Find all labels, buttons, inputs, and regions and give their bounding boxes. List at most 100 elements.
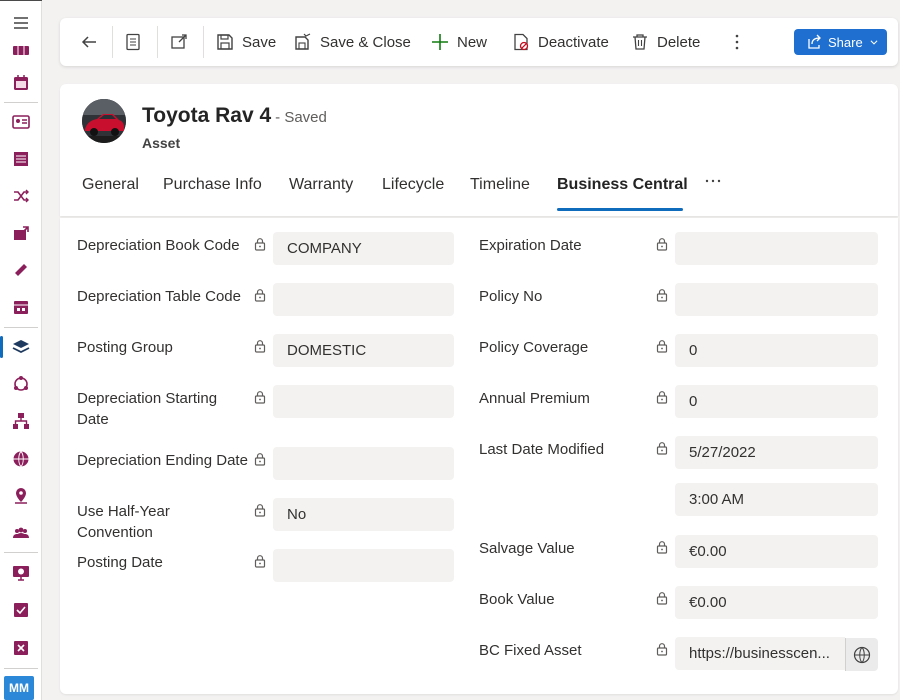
depreciation-book-code-field[interactable]: COMPANY — [273, 232, 454, 265]
cycle-icon[interactable] — [0, 368, 42, 400]
sidebar-separator — [4, 668, 38, 669]
share-export-icon[interactable] — [0, 217, 42, 249]
toolbar-separator — [157, 26, 158, 58]
tab-business-central[interactable]: Business Central — [557, 176, 688, 194]
save-button[interactable]: Save — [216, 18, 276, 66]
lock-icon — [254, 554, 266, 568]
monitor-money-icon[interactable] — [0, 557, 42, 589]
new-label: New — [457, 33, 488, 51]
lock-icon — [656, 591, 668, 605]
pop-out-icon — [171, 34, 187, 49]
policy-no-field[interactable] — [675, 283, 878, 316]
close-box-icon[interactable] — [0, 632, 42, 664]
book-value-field[interactable]: €0.00 — [675, 586, 878, 619]
calendar-icon[interactable] — [0, 67, 42, 99]
location-pin-icon[interactable] — [0, 480, 42, 512]
sidebar-top-border — [0, 0, 42, 1]
lock-icon — [254, 339, 266, 353]
bc-fixed-asset-field[interactable]: https://businesscen... — [675, 637, 845, 670]
depreciation-table-code-label: Depreciation Table Code — [77, 288, 241, 305]
lock-icon — [254, 288, 266, 302]
task-check-icon[interactable] — [0, 594, 42, 626]
people-icon[interactable] — [0, 517, 42, 549]
delete-button[interactable]: Delete — [631, 18, 700, 66]
active-tab-indicator — [557, 208, 683, 211]
lock-icon — [656, 339, 668, 353]
share-icon — [808, 34, 821, 49]
form-view-button[interactable] — [124, 18, 150, 66]
tab-warranty[interactable]: Warranty — [289, 176, 353, 194]
record-title-text: Toyota Rav 4 — [142, 104, 272, 127]
tab-timeline[interactable]: Timeline — [470, 176, 530, 194]
list-icon[interactable] — [0, 143, 42, 175]
depreciation-starting-date-field[interactable] — [273, 385, 454, 418]
user-avatar[interactable]: MM — [4, 676, 34, 700]
lock-icon — [656, 642, 668, 656]
command-bar: Save Save & Close New Deactivate Delete … — [60, 18, 898, 66]
dashboard-icon[interactable] — [0, 34, 42, 66]
shuffle-icon[interactable] — [0, 180, 42, 212]
tab-general[interactable]: General — [82, 176, 139, 194]
lock-icon — [656, 441, 668, 455]
last-date-modified-field[interactable]: 5/27/2022 — [675, 436, 878, 469]
record-header: Toyota Rav 4- Saved Asset General Purcha… — [60, 84, 898, 216]
toolbar-separator — [112, 26, 113, 58]
salvage-value-field[interactable]: €0.00 — [675, 535, 878, 568]
lock-icon — [254, 237, 266, 251]
posting-date-field[interactable] — [273, 549, 454, 582]
more-tabs-button[interactable] — [704, 172, 722, 195]
lock-icon — [656, 237, 668, 251]
book-value-label: Book Value — [479, 591, 555, 608]
annual-premium-label: Annual Premium — [479, 390, 590, 407]
policy-coverage-field[interactable]: 0 — [675, 334, 878, 367]
trash-icon — [633, 34, 647, 50]
sidebar-separator — [4, 327, 38, 328]
deactivate-label: Deactivate — [538, 33, 609, 51]
sidebar-separator — [4, 102, 38, 103]
record-image[interactable] — [82, 99, 126, 143]
lock-icon — [254, 503, 266, 517]
depreciation-ending-date-field[interactable] — [273, 447, 454, 480]
open-url-button[interactable] — [845, 638, 878, 671]
record-title: Toyota Rav 4- Saved — [142, 104, 327, 128]
hierarchy-icon[interactable] — [0, 405, 42, 437]
depreciation-table-code-field[interactable] — [273, 283, 454, 316]
car-photo-icon — [82, 99, 126, 143]
deactivate-button[interactable]: Deactivate — [512, 18, 609, 66]
share-label: Share — [828, 34, 863, 50]
use-half-year-convention-label: Use Half-Year Convention — [77, 503, 170, 541]
save-label: Save — [242, 33, 277, 51]
more-commands-button[interactable] — [728, 18, 754, 66]
back-button[interactable] — [80, 18, 106, 66]
policy-no-label: Policy No — [479, 288, 543, 305]
save-icon — [217, 34, 233, 50]
expiration-date-field[interactable] — [675, 232, 878, 265]
lock-icon — [656, 288, 668, 302]
last-date-modified-time-field[interactable]: 3:00 AM — [675, 483, 878, 516]
open-new-window-button[interactable] — [170, 18, 196, 66]
entity-name: Asset — [142, 135, 181, 151]
use-half-year-convention-field[interactable]: No — [273, 498, 454, 531]
form-section: Depreciation Book Code COMPANY Depreciatio… — [60, 218, 898, 694]
posting-date-label: Posting Date — [77, 554, 163, 571]
ticket-icon[interactable] — [0, 254, 42, 286]
plus-icon — [432, 34, 448, 50]
store-icon[interactable] — [0, 291, 42, 323]
last-date-modified-label: Last Date Modified — [479, 441, 605, 458]
depreciation-ending-date-label: Depreciation Ending Date — [77, 452, 248, 469]
layers-icon[interactable] — [0, 331, 42, 363]
contacts-icon[interactable] — [0, 106, 42, 138]
annual-premium-field[interactable]: 0 — [675, 385, 878, 418]
globe-icon — [853, 646, 871, 663]
globe-nav-icon[interactable] — [0, 443, 42, 475]
posting-group-field[interactable]: DOMESTIC — [273, 334, 454, 367]
back-arrow-icon — [81, 36, 96, 48]
save-close-button[interactable]: Save & Close — [294, 18, 411, 66]
app-sidebar: MM — [0, 0, 42, 700]
new-button[interactable]: New — [431, 18, 487, 66]
more-horizontal-icon — [705, 179, 721, 183]
tab-purchase-info[interactable]: Purchase Info — [163, 176, 262, 194]
share-button[interactable]: Share — [794, 29, 887, 55]
depreciation-book-code-label: Depreciation Book Code — [77, 237, 240, 254]
tab-lifecycle[interactable]: Lifecycle — [382, 176, 444, 194]
